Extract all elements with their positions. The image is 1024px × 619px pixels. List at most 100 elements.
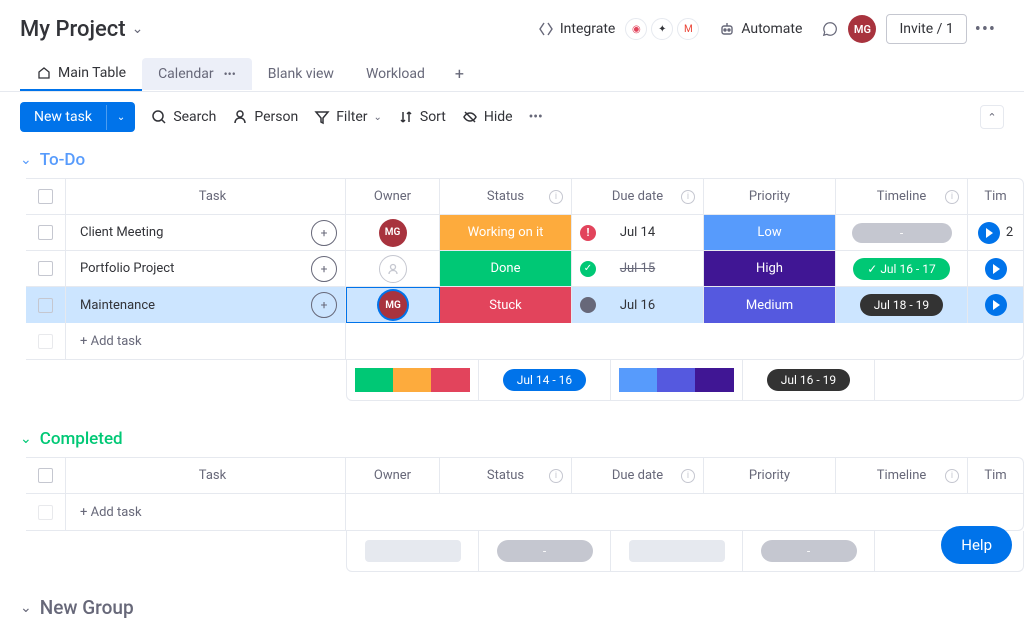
chat-button[interactable] xyxy=(812,15,848,43)
timeline-pill[interactable]: ✓ Jul 16 - 17 xyxy=(853,258,949,280)
filter-icon xyxy=(314,109,330,125)
play-button[interactable] xyxy=(978,222,1000,244)
board-title[interactable]: My Project ⌄ xyxy=(20,17,143,42)
col-header-status[interactable]: Statusi xyxy=(440,458,572,493)
priority-cell[interactable]: Medium xyxy=(704,287,835,323)
add-comment-icon[interactable] xyxy=(311,292,337,318)
add-view-button[interactable]: + xyxy=(441,56,478,91)
add-comment-icon[interactable] xyxy=(311,256,337,282)
task-name[interactable]: Client Meeting xyxy=(80,225,311,240)
date-cell[interactable]: ✓Jul 15 xyxy=(572,251,704,286)
new-task-button[interactable]: New task ⌄ xyxy=(20,102,135,132)
col-header-task[interactable]: Task xyxy=(66,179,346,214)
play-button[interactable] xyxy=(985,258,1007,280)
table-row[interactable]: Client Meeting MG Working on it !Jul 14 … xyxy=(26,215,1023,251)
chat-icon xyxy=(822,21,838,37)
dot-icon xyxy=(580,297,596,313)
table-header-row: Task Owner Statusi Due datei Priority Ti… xyxy=(26,179,1023,215)
owner-avatar[interactable]: MG xyxy=(379,291,407,319)
person-icon xyxy=(232,109,248,125)
info-icon: i xyxy=(549,469,563,483)
tab-main-table[interactable]: Main Table xyxy=(20,57,142,91)
chevron-down-icon: ⌄ xyxy=(20,431,32,447)
row-checkbox[interactable] xyxy=(38,298,53,313)
priority-cell[interactable]: High xyxy=(704,251,835,286)
checkbox[interactable] xyxy=(38,505,53,520)
owner-avatar[interactable]: MG xyxy=(379,219,407,247)
task-name[interactable]: Portfolio Project xyxy=(80,261,311,276)
col-header-date[interactable]: Due datei xyxy=(572,458,704,493)
toolbar-more[interactable]: ••• xyxy=(529,109,543,125)
hide-button[interactable]: Hide xyxy=(462,109,513,125)
checkbox[interactable] xyxy=(38,334,53,349)
help-button[interactable]: Help xyxy=(941,526,1012,564)
filter-button[interactable]: Filter ⌄ xyxy=(314,109,382,125)
user-avatar[interactable]: MG xyxy=(848,15,876,43)
group-table-completed: Task Owner Statusi Due datei Priority Ti… xyxy=(26,457,1024,531)
col-header-timeline[interactable]: Timelinei xyxy=(836,458,968,493)
person-filter[interactable]: Person xyxy=(232,109,298,125)
chevron-down-icon: ⌄ xyxy=(132,21,144,37)
timeline-empty[interactable]: - xyxy=(852,223,952,243)
play-button[interactable] xyxy=(985,294,1007,316)
row-checkbox[interactable] xyxy=(38,225,53,240)
col-header-time[interactable]: Tim xyxy=(968,179,1023,214)
group-header-completed[interactable]: ⌄ Completed xyxy=(20,429,1024,449)
status-cell[interactable]: Working on it xyxy=(440,215,571,250)
collapse-toolbar[interactable]: ⌃ xyxy=(980,105,1004,129)
col-header-timeline[interactable]: Timelinei xyxy=(836,179,968,214)
status-cell[interactable]: Stuck xyxy=(440,287,571,323)
add-task-row[interactable]: + Add task xyxy=(26,494,1023,530)
col-header-date[interactable]: Due datei xyxy=(572,179,704,214)
col-header-task[interactable]: Task xyxy=(66,458,346,493)
tab-more-icon[interactable]: ••• xyxy=(224,67,236,81)
priority-cell[interactable]: Low xyxy=(704,215,835,250)
chevron-down-icon: ⌄ xyxy=(20,600,32,616)
col-header-owner[interactable]: Owner xyxy=(346,179,440,214)
new-task-dropdown[interactable]: ⌄ xyxy=(106,105,135,130)
add-task-row[interactable]: + Add task xyxy=(26,323,1023,359)
warning-icon: ! xyxy=(580,225,596,241)
timeline-pill[interactable]: Jul 18 - 19 xyxy=(860,294,943,316)
summary-status xyxy=(347,360,479,400)
date-cell[interactable]: Jul 16 xyxy=(572,287,704,323)
group-header-new[interactable]: ⌄ New Group xyxy=(20,596,1024,619)
select-all-checkbox[interactable] xyxy=(38,189,53,204)
more-menu[interactable]: ••• xyxy=(967,13,1004,46)
integration-app-icons: ◉ ✦ M xyxy=(625,18,699,40)
info-icon: i xyxy=(549,190,563,204)
table-row[interactable]: Maintenance MG Stuck Jul 16 Medium Jul 1… xyxy=(26,287,1023,323)
search-button[interactable]: Search xyxy=(151,109,216,125)
integrate-button[interactable]: Integrate ◉ ✦ M xyxy=(528,12,710,46)
invite-button[interactable]: Invite / 1 xyxy=(886,14,966,44)
add-comment-icon[interactable] xyxy=(311,220,337,246)
group-header-todo[interactable]: ⌄ To-Do xyxy=(20,150,1024,170)
info-icon: i xyxy=(681,469,695,483)
group-summary-todo: Jul 14 - 16 Jul 16 - 19 xyxy=(346,360,1024,401)
robot-icon xyxy=(719,21,735,37)
owner-empty[interactable] xyxy=(379,255,407,283)
summary-priority xyxy=(611,360,743,400)
table-header-row: Task Owner Statusi Due datei Priority Ti… xyxy=(26,458,1023,494)
col-header-status[interactable]: Statusi xyxy=(440,179,572,214)
select-all-checkbox[interactable] xyxy=(38,468,53,483)
status-cell[interactable]: Done xyxy=(440,251,571,286)
col-header-time[interactable]: Tim xyxy=(968,458,1023,493)
summary-timeline: Jul 16 - 19 xyxy=(743,360,875,400)
table-row[interactable]: Portfolio Project Done ✓Jul 15 High ✓ Ju… xyxy=(26,251,1023,287)
sort-button[interactable]: Sort xyxy=(398,109,446,125)
col-header-owner[interactable]: Owner xyxy=(346,458,440,493)
col-header-priority[interactable]: Priority xyxy=(704,458,836,493)
info-icon: i xyxy=(945,190,959,204)
tab-blank-view[interactable]: Blank view xyxy=(252,58,350,90)
tab-calendar[interactable]: Calendar ••• xyxy=(142,58,252,90)
automate-button[interactable]: Automate xyxy=(709,15,812,43)
info-icon: i xyxy=(945,469,959,483)
date-cell[interactable]: !Jul 14 xyxy=(572,215,704,250)
summary-date: Jul 14 - 16 xyxy=(479,360,611,400)
row-checkbox[interactable] xyxy=(38,261,53,276)
col-header-priority[interactable]: Priority xyxy=(704,179,836,214)
tab-workload[interactable]: Workload xyxy=(350,58,441,90)
integrate-icon xyxy=(538,21,554,37)
task-name[interactable]: Maintenance xyxy=(80,298,311,313)
